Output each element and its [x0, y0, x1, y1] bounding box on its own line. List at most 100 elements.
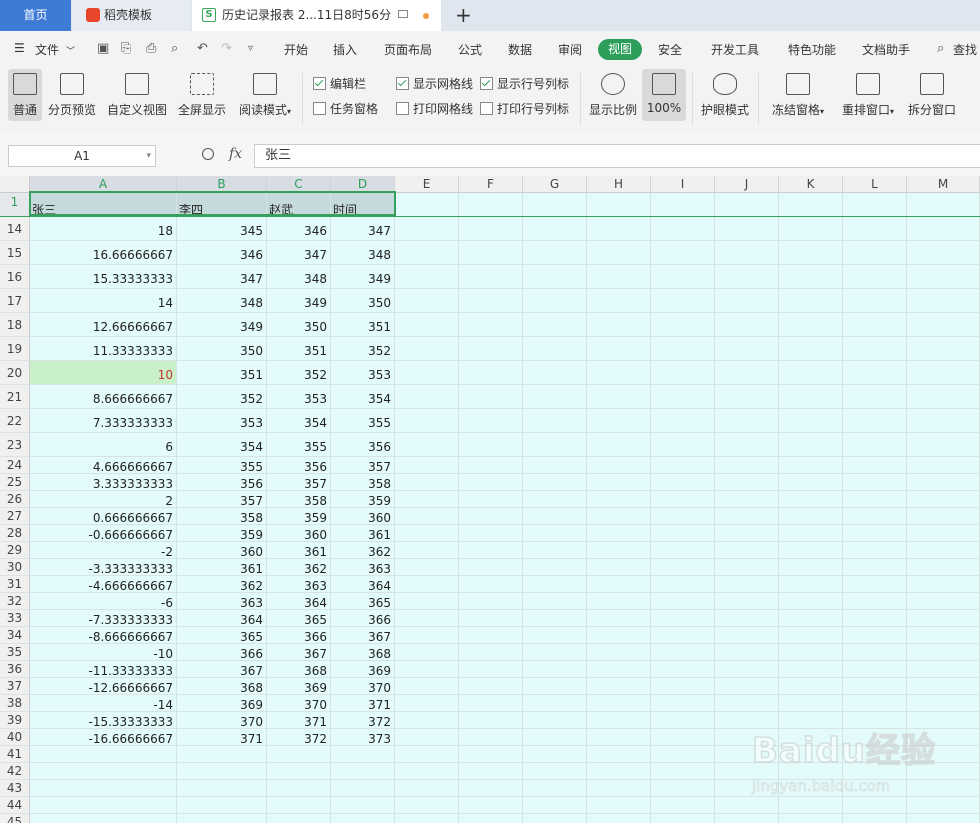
cell[interactable]: 358	[331, 474, 395, 490]
cell[interactable]	[459, 265, 523, 288]
cell[interactable]	[395, 542, 459, 558]
column-header-f[interactable]: F	[459, 176, 523, 192]
row-header[interactable]: 28	[0, 525, 30, 541]
cell[interactable]: 357	[267, 474, 331, 490]
cell[interactable]: 371	[177, 729, 267, 745]
cell[interactable]	[587, 780, 651, 796]
cell[interactable]	[587, 337, 651, 360]
cell[interactable]: 369	[331, 661, 395, 677]
cell[interactable]	[523, 385, 587, 408]
cell[interactable]: 353	[267, 385, 331, 408]
cell[interactable]	[715, 474, 779, 490]
cell[interactable]: 369	[267, 678, 331, 694]
cell[interactable]	[907, 678, 980, 694]
cell[interactable]	[395, 385, 459, 408]
split-window-button[interactable]: 拆分窗口	[906, 69, 958, 121]
menu-doc-assistant[interactable]: 文档助手	[862, 41, 910, 58]
cell[interactable]	[715, 525, 779, 541]
cell[interactable]	[395, 661, 459, 677]
cell[interactable]: 354	[331, 385, 395, 408]
cell[interactable]	[907, 361, 980, 384]
cell[interactable]	[779, 576, 843, 592]
cell[interactable]	[177, 814, 267, 823]
row-header[interactable]: 32	[0, 593, 30, 609]
cell[interactable]	[395, 474, 459, 490]
cell[interactable]: 357	[177, 491, 267, 507]
cell[interactable]	[395, 491, 459, 507]
cell[interactable]	[907, 313, 980, 336]
cell[interactable]: 张三	[30, 193, 177, 216]
cell[interactable]	[523, 814, 587, 823]
cell[interactable]	[843, 361, 907, 384]
cell[interactable]: 360	[267, 525, 331, 541]
menu-home[interactable]: 开始	[284, 41, 308, 58]
cell[interactable]	[587, 457, 651, 473]
cell[interactable]: -15.33333333	[30, 712, 177, 728]
cell[interactable]	[395, 729, 459, 745]
cell[interactable]: 367	[331, 627, 395, 643]
checkbox-task-pane[interactable]: 任务窗格	[313, 100, 378, 117]
cell[interactable]: 356	[267, 457, 331, 473]
cell[interactable]	[907, 241, 980, 264]
tab-template[interactable]: 稻壳模板	[72, 0, 190, 31]
cell[interactable]	[779, 559, 843, 575]
cell[interactable]	[395, 265, 459, 288]
cell[interactable]	[587, 385, 651, 408]
cell[interactable]: -0.666666667	[30, 525, 177, 541]
cell[interactable]	[587, 797, 651, 813]
cell[interactable]: 367	[177, 661, 267, 677]
cell[interactable]	[779, 265, 843, 288]
menu-view[interactable]: 视图	[598, 39, 642, 60]
cell[interactable]	[651, 457, 715, 473]
cell[interactable]: 351	[331, 313, 395, 336]
cell[interactable]	[395, 433, 459, 456]
cell[interactable]: 6	[30, 433, 177, 456]
cell[interactable]	[779, 542, 843, 558]
cell[interactable]	[907, 661, 980, 677]
cell[interactable]	[331, 780, 395, 796]
cell[interactable]: 354	[177, 433, 267, 456]
cell[interactable]	[843, 409, 907, 432]
cell[interactable]	[651, 695, 715, 711]
cell[interactable]	[907, 542, 980, 558]
cell[interactable]	[651, 661, 715, 677]
row-header[interactable]: 19	[0, 337, 30, 360]
cell[interactable]	[523, 525, 587, 541]
cell[interactable]: 354	[267, 409, 331, 432]
cell[interactable]	[843, 576, 907, 592]
cell[interactable]: 346	[177, 241, 267, 264]
cell[interactable]: 347	[177, 265, 267, 288]
cell[interactable]: 348	[267, 265, 331, 288]
cell[interactable]	[779, 610, 843, 626]
eye-protection-button[interactable]: 护眼模式	[700, 69, 750, 121]
cell[interactable]	[267, 763, 331, 779]
cell[interactable]	[651, 542, 715, 558]
cell[interactable]	[843, 474, 907, 490]
cell[interactable]	[779, 337, 843, 360]
cell[interactable]	[651, 763, 715, 779]
cell[interactable]: 350	[177, 337, 267, 360]
row-header[interactable]: 38	[0, 695, 30, 711]
cell[interactable]	[651, 491, 715, 507]
cell[interactable]	[177, 797, 267, 813]
cell[interactable]	[459, 289, 523, 312]
cell[interactable]	[907, 695, 980, 711]
cell[interactable]	[779, 313, 843, 336]
cell[interactable]: 358	[267, 491, 331, 507]
cell[interactable]: 355	[331, 409, 395, 432]
cell[interactable]: 赵武	[267, 193, 331, 216]
cell[interactable]	[459, 361, 523, 384]
cell[interactable]	[459, 385, 523, 408]
cell[interactable]: 366	[331, 610, 395, 626]
cell[interactable]	[715, 193, 779, 216]
cell[interactable]	[715, 576, 779, 592]
cell[interactable]	[331, 763, 395, 779]
cell[interactable]	[779, 678, 843, 694]
cell[interactable]	[395, 559, 459, 575]
row-header[interactable]: 15	[0, 241, 30, 264]
cell[interactable]	[843, 814, 907, 823]
cell[interactable]: 351	[177, 361, 267, 384]
cell[interactable]	[30, 814, 177, 823]
cell[interactable]	[843, 313, 907, 336]
cell[interactable]	[715, 610, 779, 626]
